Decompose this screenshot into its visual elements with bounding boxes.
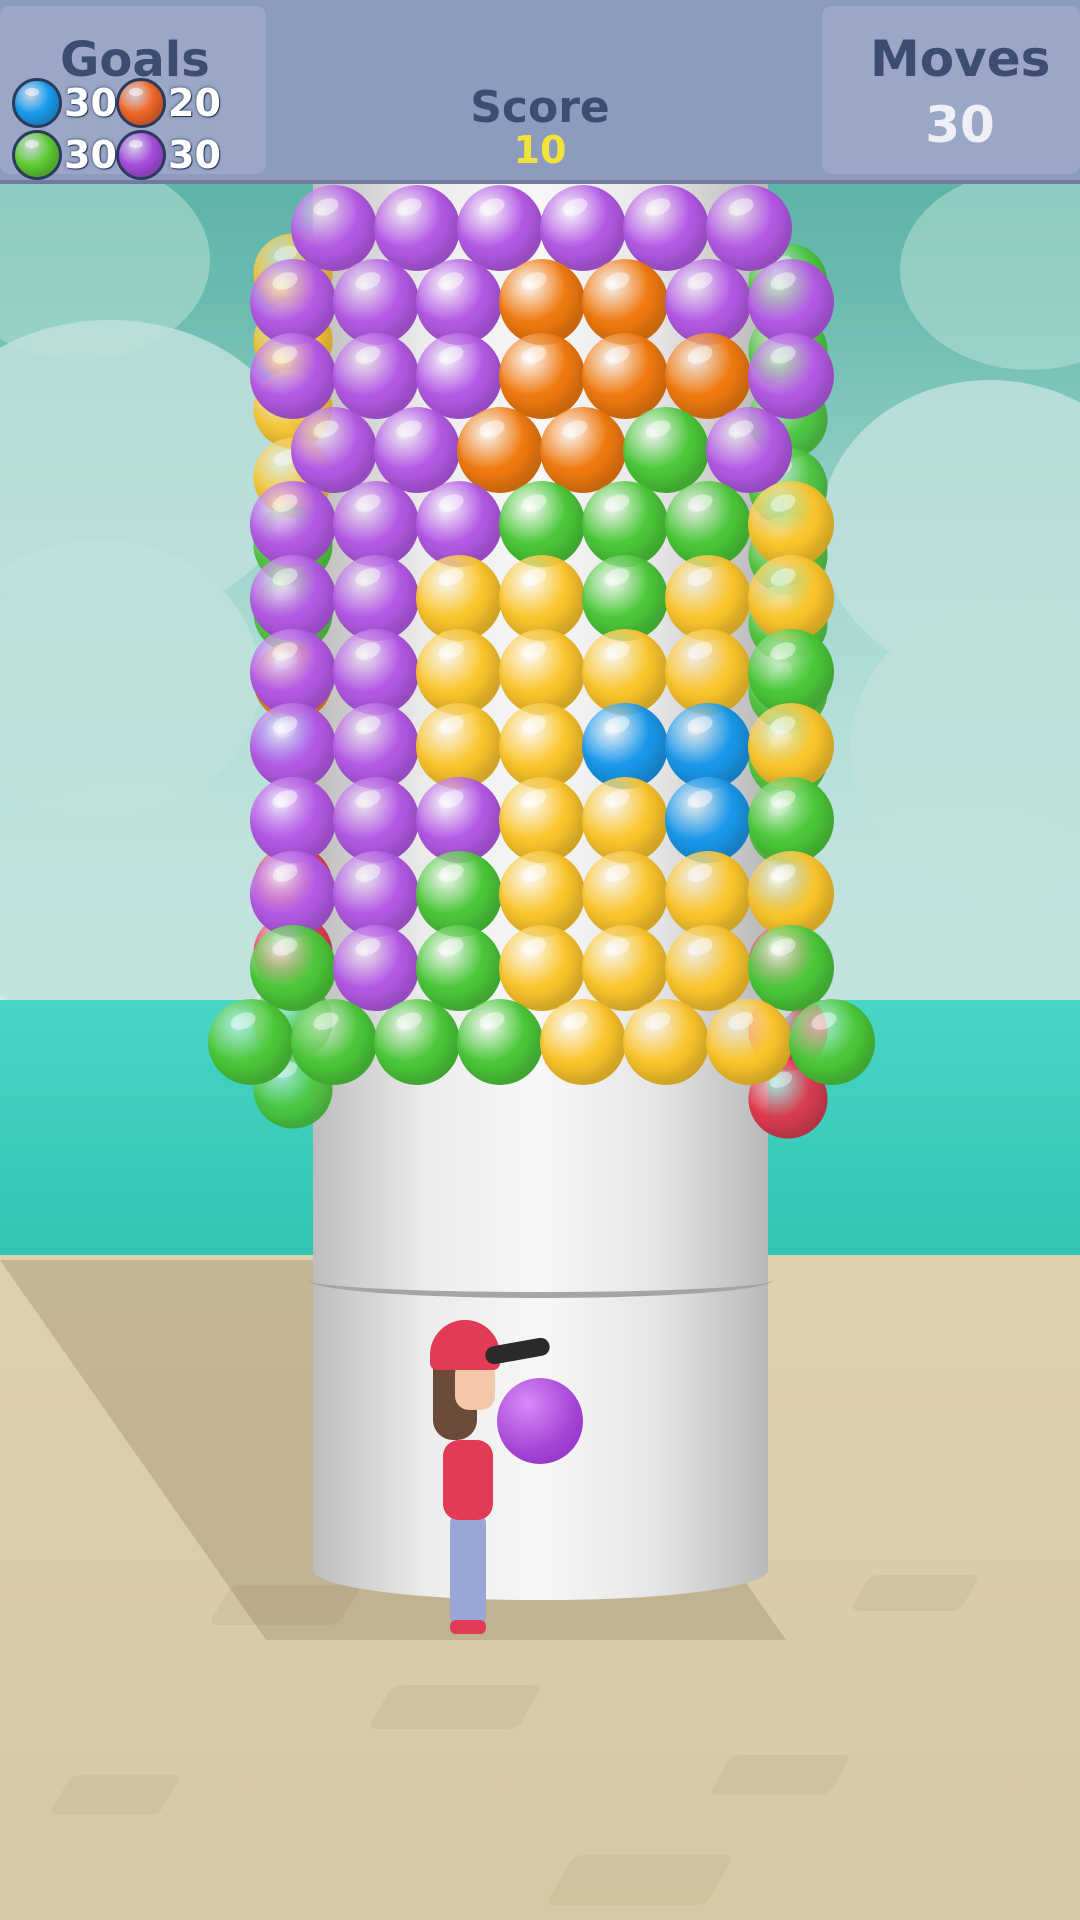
blue-ball-icon — [12, 78, 62, 128]
goal-item-blue: 30 — [12, 78, 117, 128]
ball[interactable] — [540, 407, 626, 493]
ball[interactable] — [457, 185, 543, 271]
goal-item-green: 30 — [12, 130, 117, 180]
ball[interactable] — [706, 999, 792, 1085]
orange-ball-icon — [116, 78, 166, 128]
ball[interactable] — [291, 185, 377, 271]
ball[interactable] — [291, 407, 377, 493]
ball[interactable] — [623, 185, 709, 271]
held-ball — [497, 1378, 583, 1464]
ball[interactable] — [747, 925, 834, 1011]
ball[interactable] — [664, 333, 751, 419]
character-shirt — [443, 1440, 493, 1520]
goal-item-orange: 20 — [116, 78, 221, 128]
moves-title: Moves — [870, 30, 1051, 88]
ball[interactable] — [374, 185, 460, 271]
ball[interactable] — [623, 407, 709, 493]
ball[interactable] — [249, 925, 336, 1011]
ball[interactable] — [706, 185, 792, 271]
purple-ball-icon — [116, 130, 166, 180]
character-pants — [450, 1515, 486, 1625]
score-value: 10 — [513, 128, 567, 172]
ball[interactable] — [581, 333, 668, 419]
ball[interactable] — [332, 925, 419, 1011]
goal-count: 20 — [168, 81, 221, 125]
player-character — [425, 1320, 552, 1640]
ball[interactable] — [747, 333, 834, 419]
ball[interactable] — [291, 999, 377, 1085]
ball[interactable] — [498, 925, 585, 1011]
game-scene[interactable] — [0, 0, 1080, 1920]
ball[interactable] — [498, 333, 585, 419]
ball[interactable] — [374, 407, 460, 493]
ball[interactable] — [581, 925, 668, 1011]
ball[interactable] — [415, 333, 502, 419]
score-title: Score — [470, 82, 610, 133]
goal-count: 30 — [168, 133, 221, 177]
ball[interactable] — [706, 407, 792, 493]
ball[interactable] — [457, 407, 543, 493]
goal-count: 30 — [64, 133, 117, 177]
ball[interactable] — [540, 185, 626, 271]
goal-item-purple: 30 — [116, 130, 221, 180]
ball[interactable] — [374, 999, 460, 1085]
ball[interactable] — [208, 999, 294, 1085]
hud-bar: Goals 30 20 30 30 Score 10 Moves 30 — [0, 0, 1080, 184]
ball[interactable] — [623, 999, 709, 1085]
ball[interactable] — [457, 999, 543, 1085]
ball[interactable] — [249, 333, 336, 419]
goal-count: 30 — [64, 81, 117, 125]
ball[interactable] — [415, 925, 502, 1011]
ball[interactable] — [540, 999, 626, 1085]
ball[interactable] — [332, 333, 419, 419]
ball[interactable] — [789, 999, 875, 1085]
character-shoes — [450, 1620, 486, 1634]
moves-value: 30 — [925, 96, 995, 154]
ball[interactable] — [664, 925, 751, 1011]
green-ball-icon — [12, 130, 62, 180]
